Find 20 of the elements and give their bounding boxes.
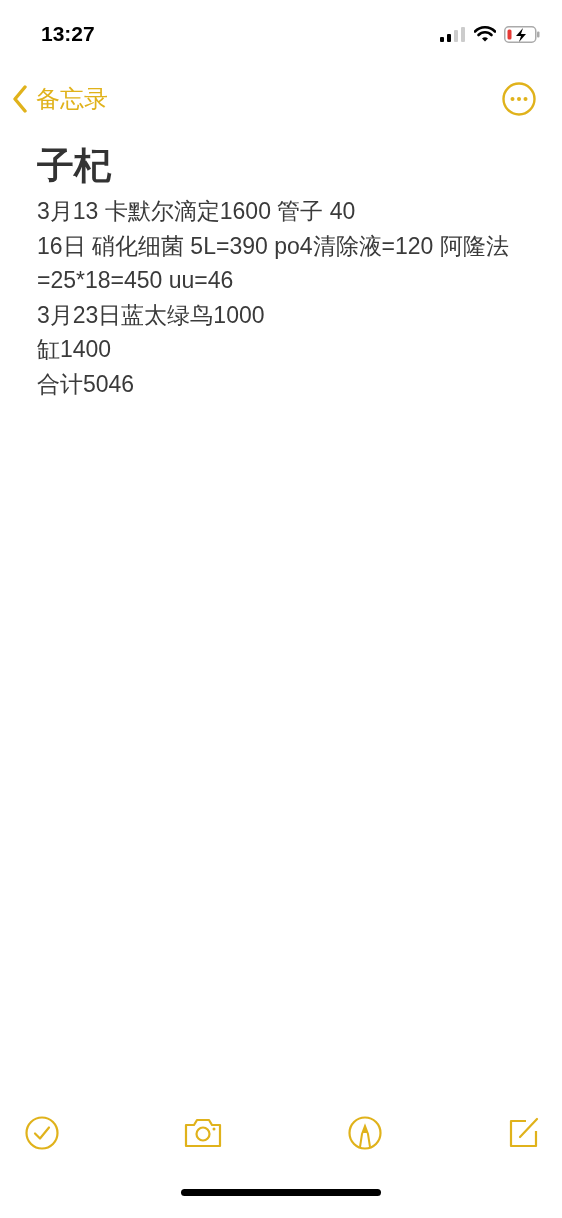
more-button[interactable]: [502, 82, 536, 116]
note-line: 合计5046: [37, 369, 136, 399]
chevron-left-icon: [12, 85, 28, 113]
battery-icon: [504, 25, 540, 43]
note-line: 16日 硝化细菌 5L=390 po4清除液=120 阿隆法=25*18=450 uu=46: [37, 231, 510, 295]
note-line: 3月13 卡默尔滴定1600 管子 40: [37, 197, 357, 226]
camera-button[interactable]: [183, 1117, 224, 1149]
note-line: 缸1400: [37, 335, 113, 364]
note-line: 3月23日蓝太绿鸟1000: [37, 300, 266, 330]
checklist-button[interactable]: [25, 1116, 59, 1150]
wifi-icon: [474, 26, 496, 42]
status-time: 13:27: [41, 22, 95, 46]
note-title: 子杞: [37, 144, 112, 188]
checkmark-circle-icon: [25, 1116, 59, 1150]
pen-tip-circle-icon: [347, 1116, 382, 1150]
camera-icon: [183, 1117, 224, 1149]
more-icon: [502, 82, 536, 116]
signal-icon: [440, 26, 466, 42]
back-button[interactable]: 备忘录: [12, 83, 108, 115]
markup-button[interactable]: [347, 1116, 382, 1150]
